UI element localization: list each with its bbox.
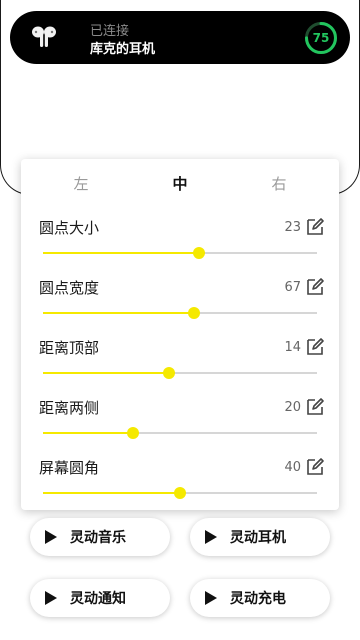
tab-left[interactable]: 左: [51, 173, 111, 194]
earbuds-icon: [32, 26, 56, 47]
edit-icon[interactable]: [305, 277, 325, 297]
tab-center[interactable]: 中: [150, 173, 210, 194]
edit-icon[interactable]: [305, 217, 325, 237]
setting-label: 距离顶部: [39, 339, 100, 357]
play-icon: [45, 591, 57, 605]
battery-level: 75: [312, 31, 330, 45]
settings-card: 左 中 右 圆点大小 23 圆点宽度 67 距离顶部 14 距离两侧 20 屏幕…: [21, 159, 339, 510]
dynamic-notification-button[interactable]: 灵动通知: [30, 579, 170, 617]
side-distance-slider[interactable]: [43, 427, 317, 439]
setting-label: 屏幕圆角: [39, 459, 100, 477]
setting-label: 距离两侧: [39, 399, 100, 417]
button-label: 灵动通知: [70, 591, 126, 607]
tab-right[interactable]: 右: [249, 173, 309, 194]
button-label: 灵动音乐: [70, 530, 126, 546]
button-label: 灵动充电: [230, 591, 286, 607]
slider-thumb[interactable]: [187, 307, 200, 319]
edit-icon[interactable]: [305, 457, 325, 477]
edit-icon[interactable]: [305, 397, 325, 417]
device-name: 库克的耳机: [90, 42, 156, 57]
position-tabs: 左 中 右: [21, 173, 339, 197]
connection-status: 已连接: [90, 24, 130, 39]
setting-value: 23: [284, 220, 301, 235]
dynamic-music-button[interactable]: 灵动音乐: [30, 518, 170, 556]
setting-row-top-distance: 距离顶部 14: [21, 337, 339, 397]
dot-width-slider[interactable]: [43, 307, 317, 319]
setting-row-screen-radius: 屏幕圆角 40: [21, 457, 339, 517]
slider-thumb[interactable]: [163, 367, 176, 379]
slider-thumb[interactable]: [174, 487, 186, 499]
dynamic-charging-button[interactable]: 灵动充电: [190, 579, 330, 617]
top-distance-slider[interactable]: [43, 367, 317, 379]
slider-thumb[interactable]: [127, 427, 140, 439]
edit-icon[interactable]: [305, 337, 325, 357]
screen-radius-slider[interactable]: [43, 487, 317, 499]
setting-row-dot-size: 圆点大小 23: [21, 217, 339, 277]
dot-size-slider[interactable]: [43, 247, 317, 259]
setting-value: 14: [284, 340, 301, 355]
setting-row-dot-width: 圆点宽度 67: [21, 277, 339, 337]
play-icon: [205, 591, 217, 605]
dynamic-island[interactable]: 已连接 库克的耳机 75: [10, 11, 350, 64]
setting-value: 20: [284, 400, 301, 415]
setting-row-side-distance: 距离两侧 20: [21, 397, 339, 457]
play-icon: [205, 530, 217, 544]
setting-label: 圆点宽度: [39, 279, 100, 297]
button-label: 灵动耳机: [230, 530, 286, 546]
slider-thumb[interactable]: [193, 247, 206, 259]
setting-value: 67: [284, 280, 301, 295]
dynamic-earphone-button[interactable]: 灵动耳机: [190, 518, 330, 556]
setting-label: 圆点大小: [39, 219, 100, 237]
play-icon: [45, 530, 57, 544]
setting-value: 40: [284, 460, 301, 475]
